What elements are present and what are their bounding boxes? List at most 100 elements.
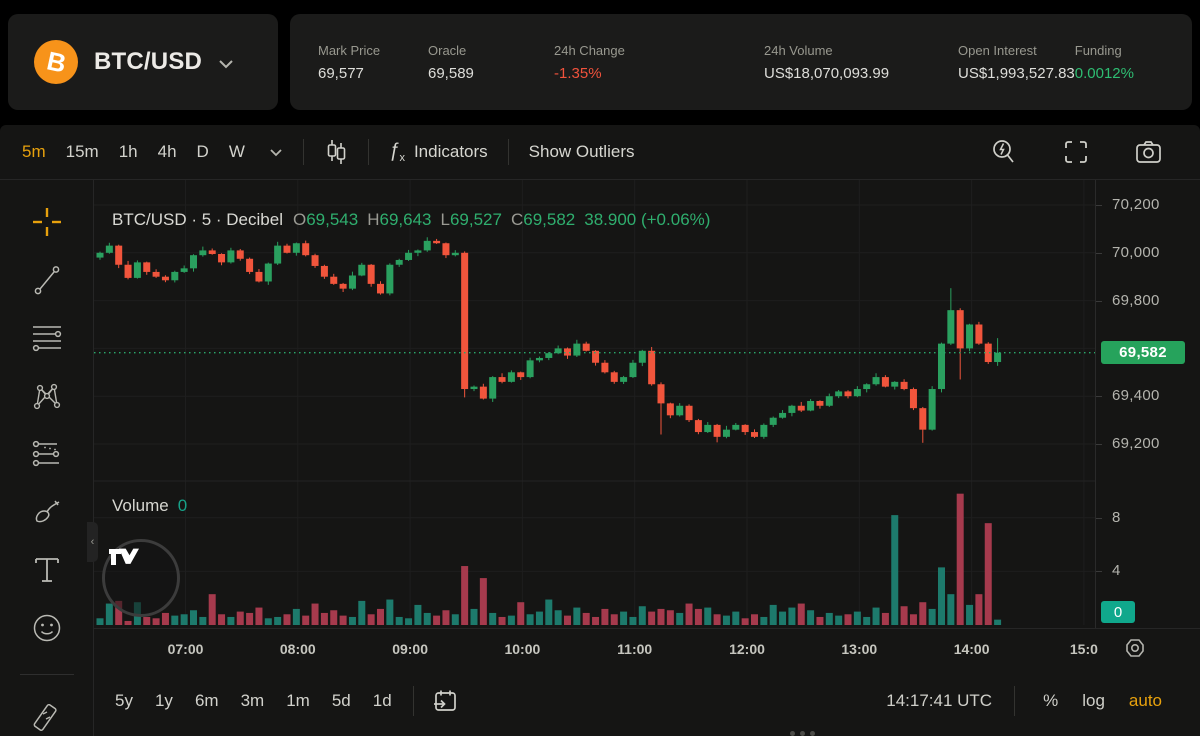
brush-icon <box>31 497 63 527</box>
trend-line-tool[interactable] <box>30 264 64 295</box>
drawing-tools-sidebar <box>0 180 94 736</box>
candle-body <box>742 425 749 432</box>
xabcd-pattern-tool[interactable] <box>30 380 64 411</box>
volume-bar <box>845 614 852 625</box>
time-axis[interactable]: 07:0008:0009:0010:0011:0012:0013:0014:00… <box>94 628 1200 672</box>
projection-tool[interactable] <box>30 438 64 469</box>
horizontal-lines-icon <box>31 323 63 353</box>
price-tick <box>1096 253 1102 254</box>
go-to-date-button[interactable] <box>424 684 466 718</box>
candle-body <box>349 276 356 289</box>
volume-bar <box>97 618 104 625</box>
candle-body <box>171 272 178 280</box>
show-outliers-button[interactable]: Show Outliers <box>521 142 643 162</box>
volume-value: 0 <box>178 496 187 515</box>
interval-button[interactable]: 1h <box>110 135 147 169</box>
screenshot-button[interactable] <box>1127 136 1170 168</box>
candle-body <box>975 325 982 344</box>
price-tick-label: 70,000 <box>1112 244 1160 261</box>
candle-body <box>134 262 141 278</box>
interval-button[interactable]: 5m <box>13 135 55 169</box>
stat-label: 24h Change <box>554 43 764 58</box>
fullscreen-button[interactable] <box>1055 135 1097 169</box>
auto-scale-button[interactable]: auto <box>1117 691 1174 711</box>
interval-button[interactable]: 15m <box>57 135 108 169</box>
volume-bar <box>452 614 459 625</box>
volume-bar <box>143 617 150 625</box>
fib-retracement-tool[interactable] <box>30 322 64 353</box>
candle-body <box>863 384 870 389</box>
range-button[interactable]: 6m <box>184 691 230 711</box>
fx-icon: ƒx <box>389 140 405 164</box>
sidebar-collapse-handle[interactable]: ‹ <box>87 522 98 562</box>
indicators-button[interactable]: ƒx Indicators <box>381 140 496 164</box>
interval-button[interactable]: D <box>188 135 218 169</box>
candle-body <box>358 265 365 276</box>
price-axis[interactable]: 70,20070,00069,80069,40069,20069,582840 <box>1095 180 1200 628</box>
range-button[interactable]: 1d <box>362 691 403 711</box>
volume-bar <box>658 609 665 625</box>
candle-body <box>405 253 412 260</box>
volume-bar <box>882 613 889 625</box>
reset-zoom-button[interactable] <box>983 135 1025 169</box>
time-tick-label: 10:00 <box>504 641 540 657</box>
candle-body <box>985 344 992 362</box>
percent-scale-button[interactable]: % <box>1031 691 1070 711</box>
volume-legend: Volume0 <box>112 496 187 516</box>
crosshair-tool[interactable] <box>30 206 64 237</box>
log-scale-button[interactable]: log <box>1070 691 1117 711</box>
price-tick <box>1096 205 1102 206</box>
candle-body <box>629 363 636 377</box>
brush-tool[interactable] <box>30 496 64 527</box>
text-tool[interactable] <box>30 554 64 585</box>
stat-label: Oracle <box>428 43 554 58</box>
candle-body <box>246 259 253 272</box>
volume-bar <box>910 614 917 625</box>
volume-bar <box>377 609 384 625</box>
symbol-selector[interactable]: B BTC/USD <box>8 14 278 110</box>
candle-body <box>770 418 777 425</box>
stat-value: 69,589 <box>428 65 554 82</box>
axis-settings-button[interactable] <box>1124 637 1146 659</box>
candle-body <box>714 425 721 437</box>
range-button[interactable]: 1m <box>275 691 321 711</box>
volume-bar <box>873 608 880 625</box>
volume-bar <box>798 604 805 625</box>
candle-body <box>910 389 917 408</box>
emoji-tool[interactable] <box>30 612 64 643</box>
stat-label: 24h Volume <box>764 43 958 58</box>
range-button[interactable]: 3m <box>230 691 276 711</box>
interval-button[interactable]: W <box>220 135 254 169</box>
range-button[interactable]: 5d <box>321 691 362 711</box>
chevron-down-icon <box>269 148 283 157</box>
bottom-toolbar: 5y 1y 6m 3m 1m 5d 1d <box>94 672 1200 730</box>
candle-body <box>461 253 468 389</box>
chart-style-button[interactable] <box>316 135 356 169</box>
range-button[interactable]: 1y <box>144 691 184 711</box>
volume-bar <box>284 614 291 625</box>
panel-drag-handle[interactable] <box>790 731 815 736</box>
candle-body <box>751 432 758 437</box>
chart-canvas[interactable]: BTC/USD · 5 · DecibelO69,543H69,643L69,5… <box>94 180 1095 628</box>
interval-button[interactable]: 4h <box>149 135 186 169</box>
volume-tick <box>1096 518 1102 519</box>
interval-expand-chevron[interactable] <box>261 144 291 161</box>
measure-tool[interactable] <box>30 704 64 736</box>
volume-bar <box>723 616 730 625</box>
candle-body <box>442 243 449 255</box>
candle-body <box>340 284 347 289</box>
candle-body <box>153 272 160 277</box>
clock-utc[interactable]: 14:17:41 UTC <box>880 690 998 712</box>
volume-bar <box>807 610 814 625</box>
chart-legend: BTC/USD · 5 · DecibelO69,543H69,643L69,5… <box>112 210 710 230</box>
range-button[interactable]: 5y <box>104 691 144 711</box>
volume-bar <box>938 567 945 625</box>
volume-bar <box>816 617 823 625</box>
time-tick-label: 09:00 <box>392 641 428 657</box>
candle-body <box>957 310 964 348</box>
volume-bar <box>985 523 992 625</box>
volume-bar <box>564 616 571 625</box>
candle-body <box>181 268 188 272</box>
legend-high-value: 69,643 <box>380 210 432 229</box>
candle-body <box>798 406 805 411</box>
